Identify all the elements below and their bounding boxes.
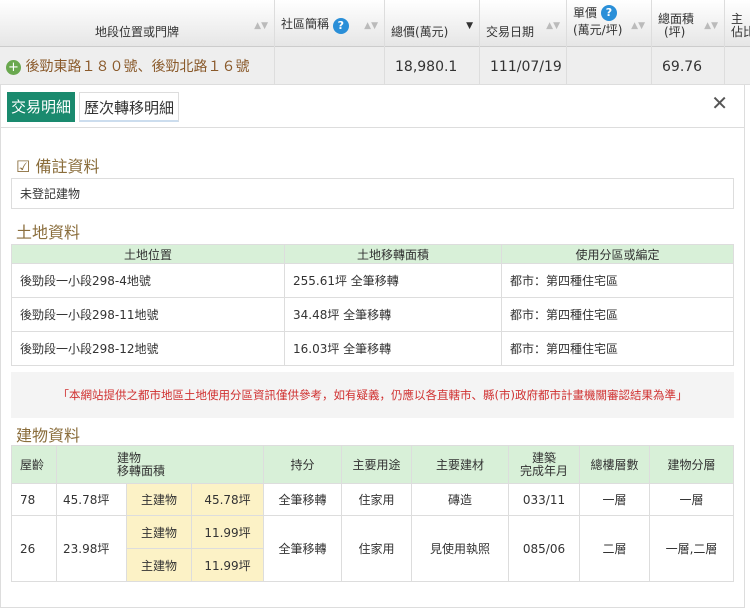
unit-price-cell [567,47,652,85]
area-cell: 69.76 [652,47,725,85]
building-table: 屋齡 建物 移轉面積 持分 主要用途 主要建材 建築 完成年月 總樓層數 建物分層 … [11,445,734,582]
land-area: 16.03坪 全筆移轉 [284,331,502,366]
th-floors: 總樓層數 [579,445,650,484]
list-header: 地段位置或門牌 ▲▼ 社區簡稱 ? ▲▼ 總價(萬元) ▼ 交易日期 ▲▼ 單價 (萬元… [0,0,750,47]
sort-icon: ▲▼ [364,21,378,31]
land-row: 後勁段一小段298-11地號 34.48坪 全筆移轉 都市：第四種住宅區 [11,297,734,332]
land-location: 後勁段一小段298-11地號 [11,297,285,332]
remarks-title: ☑ 備註資料 [16,157,100,176]
help-icon[interactable]: ? [601,5,617,21]
built: 085/06 [508,515,580,582]
col-community[interactable]: 社區簡稱 ? ▲▼ [275,0,385,47]
land-row: 後勁段一小段298-12地號 16.03坪 全筆移轉 都市：第四種住宅區 [11,331,734,366]
age: 78 [11,483,57,516]
remarks-value: 未登記建物 [11,178,734,209]
area: 23.98坪 [56,515,127,582]
th-share: 持分 [263,445,342,484]
age: 26 [11,515,57,582]
divider [1,127,745,128]
land-location: 後勁段一小段298-4地號 [11,263,285,298]
checkbox-icon: ☑ [16,157,31,176]
land-area: 34.48坪 全筆移轉 [284,297,502,332]
part-type: 主建物 [126,483,192,516]
sort-icon: ▲▼ [631,21,645,31]
land-title: 土地資料 [16,223,81,242]
land-location: 後勁段一小段298-12地號 [11,331,285,366]
floors: 二層 [579,515,650,582]
land-area: 255.61坪 全筆移轉 [284,263,502,298]
col-unit-price[interactable]: 單價 (萬元/坪)? ▲▼ [567,0,652,47]
th-floor: 建物分層 [649,445,734,484]
floor: 一層 [649,483,734,516]
part-area: 11.99坪 [191,515,264,549]
zoning: 都市：第四種住宅區 [501,331,734,366]
tab-transaction[interactable]: 交易明細 [7,92,76,122]
th-land-location: 土地位置 [11,244,285,264]
th-zoning: 使用分區或編定 [501,244,734,264]
col-area[interactable]: 總面積 (坪) ▲▼ [652,0,725,47]
sort-icon: ▲▼ [704,21,718,31]
tab-history[interactable]: 歷次轉移明細 [79,92,180,122]
building-row: 78 45.78坪 主建物 45.78坪 全筆移轉 住家用 磚造 033/11 … [11,483,734,516]
address-cell[interactable]: + 後勁東路１８０號、後勁北路１６號 [0,47,275,85]
share: 全筆移轉 [263,515,342,582]
part-type: 主建物 [126,548,192,582]
zoning: 都市：第四種住宅區 [501,263,734,298]
land-table: 土地位置 土地移轉面積 使用分區或編定 後勁段一小段298-4地號 255.61坪 全… [11,244,734,366]
zoning-notice: 「本網站提供之都市地區土地使用分區資訊僅供參考，如有疑義，仍應以各直轄市、縣(市… [11,372,734,418]
part-area: 45.78坪 [191,483,264,516]
date-cell: 111/07/19 [480,47,567,85]
floor: 一層,二層 [649,515,734,582]
close-icon[interactable]: ✕ [711,91,728,115]
sort-icon: ▲▼ [254,21,268,31]
area: 45.78坪 [56,483,127,516]
use: 住家用 [341,483,412,516]
land-row: 後勁段一小段298-4地號 255.61坪 全筆移轉 都市：第四種住宅區 [11,263,734,298]
building-title: 建物資料 [16,426,81,445]
table-row[interactable]: + 後勁東路１８０號、後勁北路１６號 18,980.1 111/07/19 69… [0,47,750,85]
material: 見使用執照 [411,515,509,582]
built: 033/11 [508,483,580,516]
share: 全筆移轉 [263,483,342,516]
th-built: 建築 完成年月 [508,445,580,484]
th-material: 主要建材 [411,445,509,484]
th-land-area: 土地移轉面積 [284,244,502,264]
col-date[interactable]: 交易日期 ▲▼ [480,0,567,47]
th-age: 屋齡 [11,445,57,484]
th-use: 主要用途 [341,445,412,484]
help-icon[interactable]: ? [332,18,349,34]
th-area: 建物 移轉面積 [56,445,264,484]
col-main[interactable]: 主佔比 [725,0,750,47]
part-type: 主建物 [126,515,192,549]
col-total-price[interactable]: 總價(萬元) ▼ [385,0,480,47]
col-address[interactable]: 地段位置或門牌 ▲▼ [0,0,275,47]
community-cell [275,47,385,85]
sort-icon: ▲▼ [546,21,560,31]
detail-panel: 交易明細 歷次轉移明細 ✕ ☑ 備註資料 未登記建物 土地資料 土地位置 土地移轉… [0,85,745,608]
part-area: 11.99坪 [191,548,264,582]
floors: 一層 [579,483,650,516]
use: 住家用 [341,515,412,582]
total-price-cell: 18,980.1 [385,47,480,85]
material: 磚造 [411,483,509,516]
building-row: 26 23.98坪 主建物 11.99坪 全筆移轉 住家用 見使用執照 085/… [11,515,734,582]
sort-desc-icon: ▼ [466,21,473,31]
zoning: 都市：第四種住宅區 [501,297,734,332]
expand-icon[interactable]: + [6,59,21,75]
